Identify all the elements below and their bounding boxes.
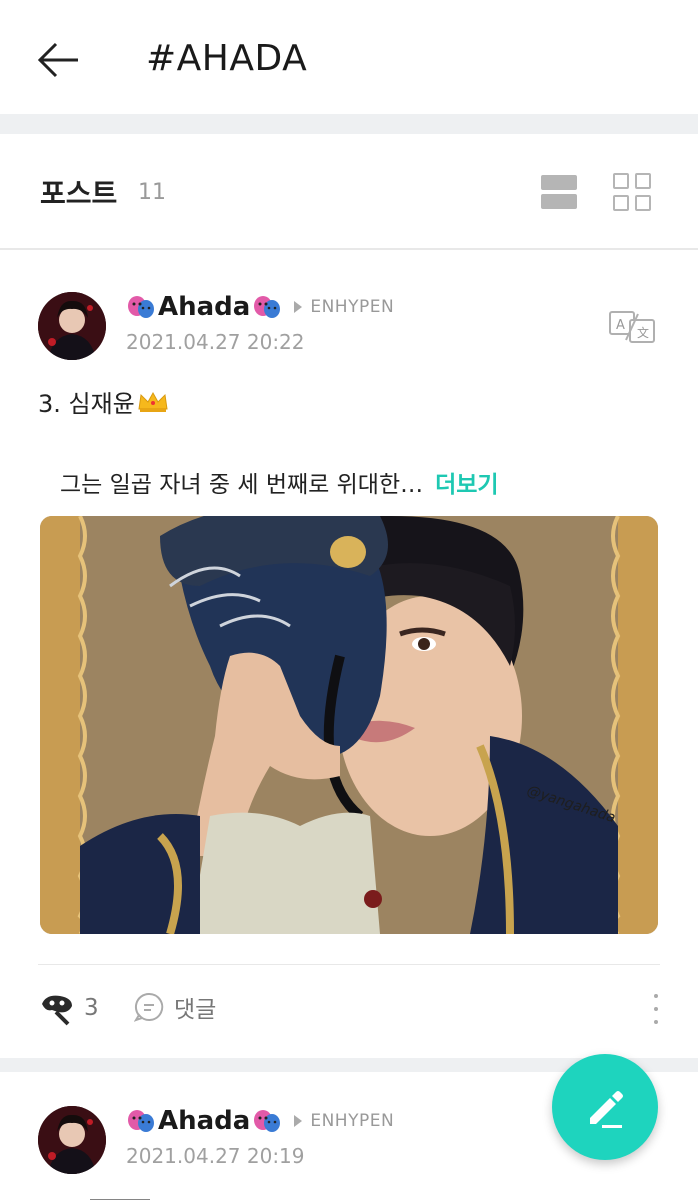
theater-masks-icon: [128, 296, 154, 318]
top-app-bar: #AHADA: [0, 0, 698, 114]
tab-posts-label[interactable]: 포스트: [40, 172, 117, 212]
post-actions: 3 댓글: [38, 990, 660, 1030]
post-title[interactable]: 3. 심재윤: [38, 384, 169, 419]
write-post-fab[interactable]: [552, 1054, 658, 1160]
post-title-partial: [60, 1190, 180, 1200]
post-title-text: 3. 심재윤: [38, 390, 135, 418]
comment-icon: [134, 992, 164, 1022]
grid-view-icon: [613, 173, 651, 211]
comment-label: 댓글: [174, 997, 217, 1023]
page-title: #AHADA: [146, 38, 308, 79]
like-count: 3: [84, 995, 99, 1021]
post-excerpt[interactable]: 그는 일곱 자녀 중 세 번째로 위대한… 더보기: [60, 465, 499, 499]
list-view-icon: [541, 175, 577, 209]
author-name[interactable]: Ahada: [158, 292, 250, 322]
translate-icon: A 文: [609, 311, 655, 343]
grid-view-button[interactable]: [612, 172, 652, 212]
avatar[interactable]: [38, 292, 106, 360]
back-button[interactable]: [34, 38, 82, 82]
list-view-button[interactable]: [540, 174, 578, 210]
author-row: Ahada ENHYPEN: [126, 292, 394, 322]
header-separator: [0, 114, 698, 134]
theater-masks-icon: [254, 1110, 281, 1132]
svg-text:文: 文: [637, 325, 649, 340]
theater-masks-icon: [128, 1110, 154, 1132]
author-row: Ahada ENHYPEN: [126, 1106, 394, 1136]
more-dot: [654, 994, 658, 998]
post-excerpt-text: 그는 일곱 자녀 중 세 번째로 위대한…: [60, 472, 424, 498]
post-image[interactable]: @yangahada: [40, 516, 658, 934]
post-timestamp: 2021.04.27 20:19: [126, 1144, 305, 1168]
read-more-link[interactable]: 더보기: [435, 472, 498, 498]
post-count: 11: [138, 180, 166, 205]
like-button[interactable]: 3: [38, 990, 99, 1026]
more-options-button[interactable]: [646, 994, 666, 1024]
pencil-icon: [590, 1091, 623, 1128]
board-name[interactable]: ENHYPEN: [310, 297, 394, 317]
posts-tab-bar: 포스트 11: [0, 134, 698, 250]
avatar[interactable]: [38, 1106, 106, 1174]
theater-masks-icon: [254, 296, 281, 318]
post-timestamp: 2021.04.27 20:22: [126, 330, 305, 354]
svg-text:A: A: [616, 318, 625, 333]
board-name[interactable]: ENHYPEN: [310, 1111, 394, 1131]
translate-button[interactable]: A 文: [608, 310, 656, 344]
more-dot: [654, 1007, 658, 1011]
crown-icon: [138, 391, 168, 412]
more-dot: [654, 1020, 658, 1024]
comment-button[interactable]: 댓글: [134, 990, 216, 1024]
author-name[interactable]: Ahada: [158, 1106, 250, 1136]
chevron-right-icon: [294, 1115, 303, 1127]
chevron-right-icon: [294, 301, 303, 313]
post-divider: [38, 964, 660, 965]
mask-reaction-icon: [42, 995, 72, 1026]
arrow-left-icon: [37, 42, 78, 78]
